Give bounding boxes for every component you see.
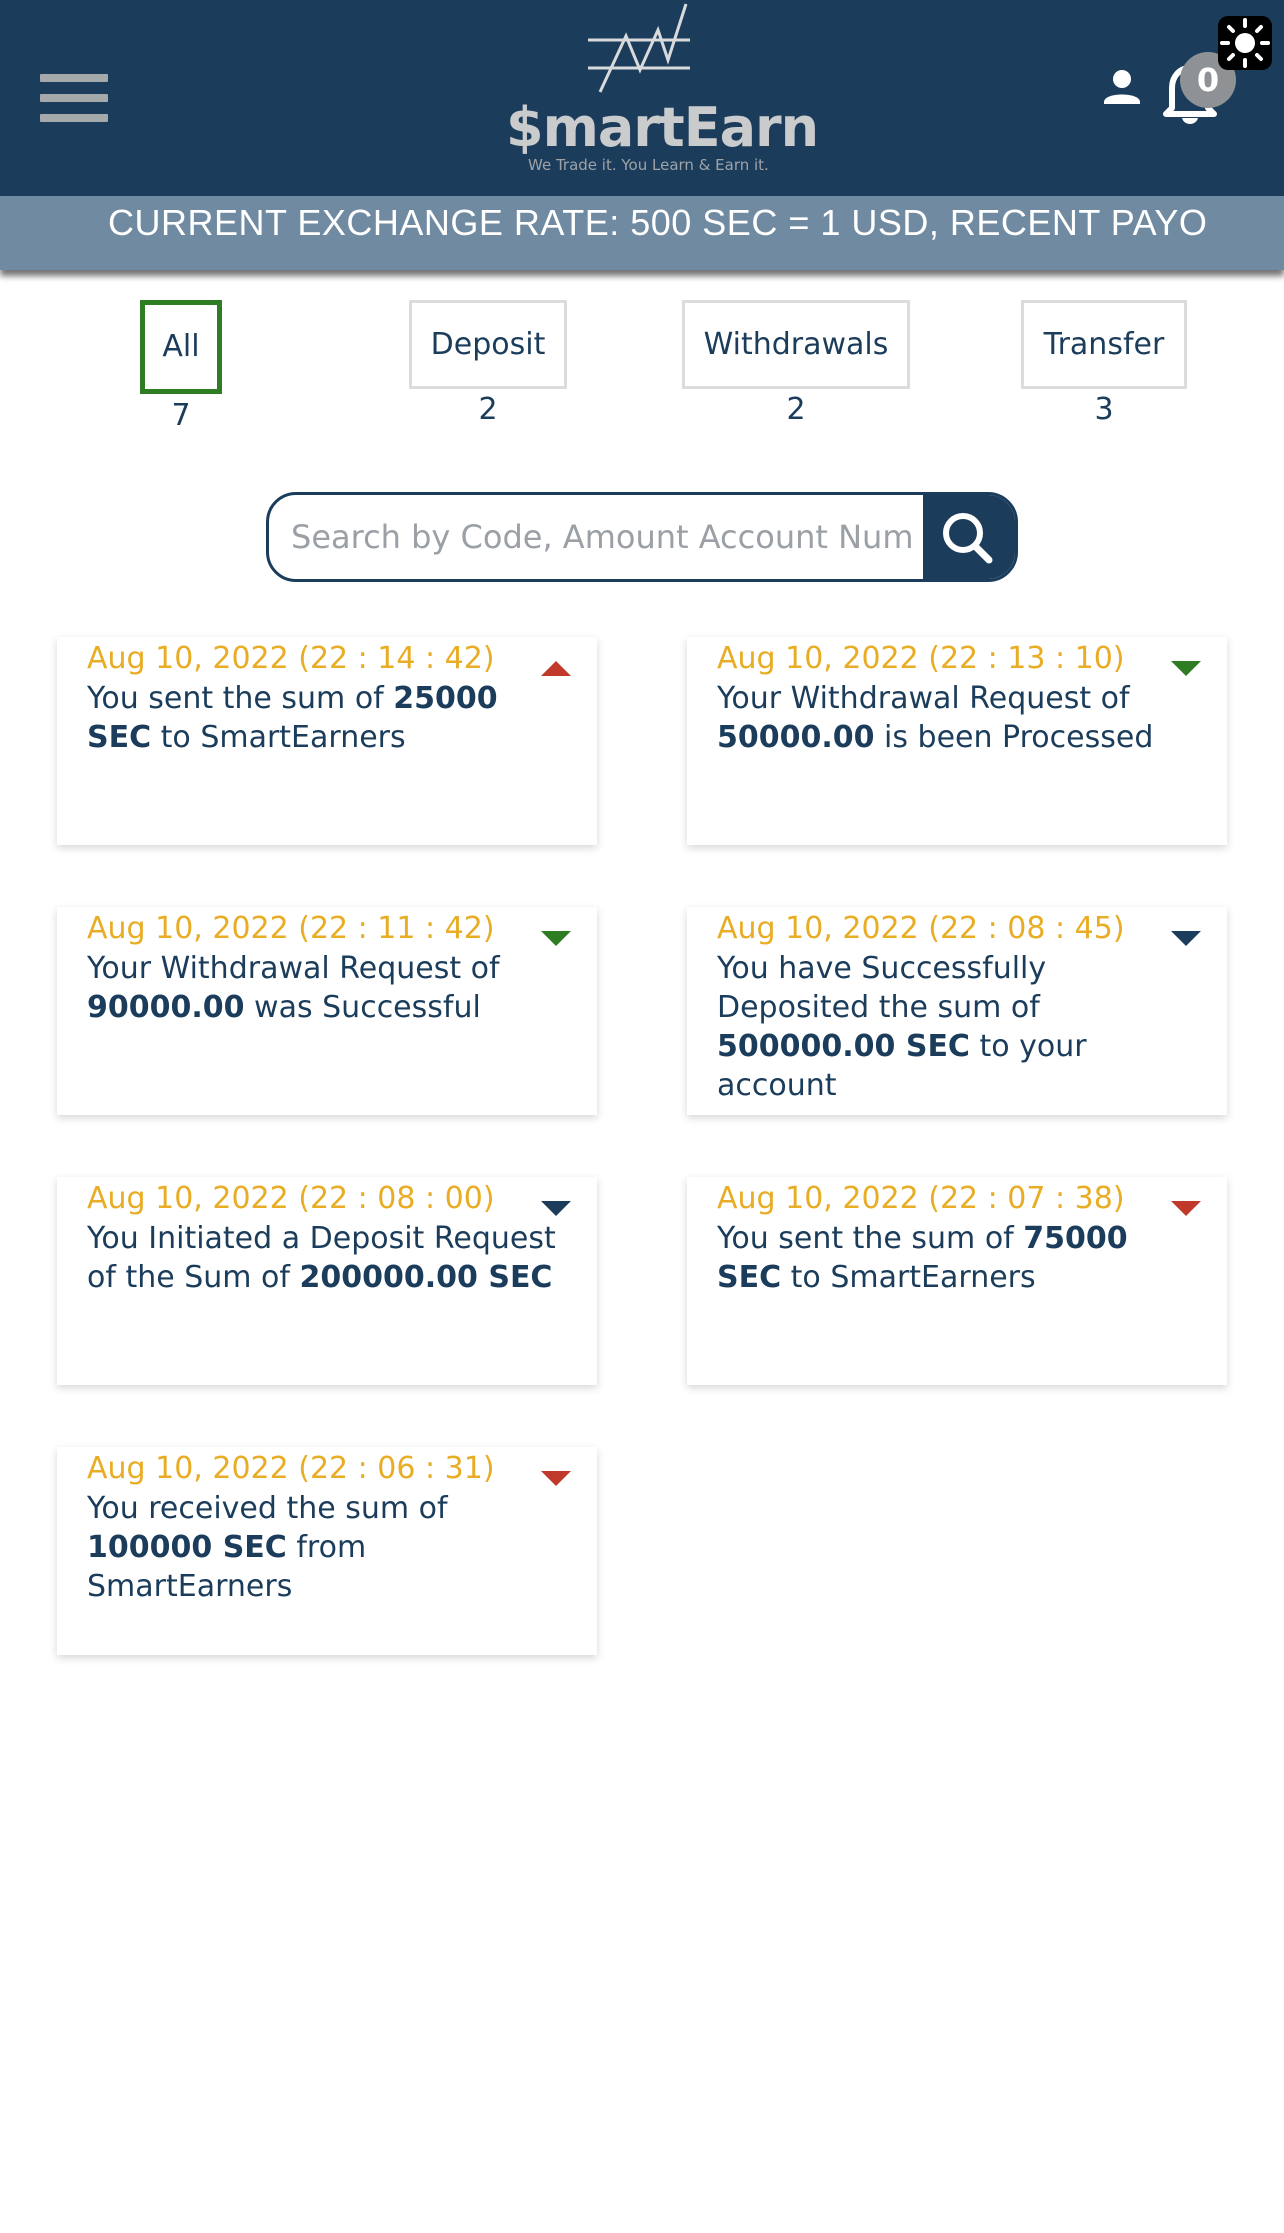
search-button[interactable] <box>923 495 1015 579</box>
transaction-message: You Initiated a Deposit Request of the S… <box>87 1221 556 1295</box>
transaction-card[interactable]: Aug 10, 2022 (22 : 13 : 10) Your Withdra… <box>687 637 1227 845</box>
transaction-card[interactable]: Aug 10, 2022 (22 : 06 : 31) You received… <box>57 1447 597 1655</box>
logo-text: $martEarn <box>506 96 819 159</box>
transaction-message: You received the sum of 100000 SEC from … <box>87 1491 448 1604</box>
transaction-date: Aug 10, 2022 (22 : 13 : 10) <box>717 641 1125 676</box>
tab-label: Transfer <box>1043 327 1165 362</box>
transaction-message: You have Successfully Deposited the sum … <box>717 951 1087 1103</box>
chart-logo-icon <box>588 3 690 93</box>
theme-toggle-button[interactable] <box>1218 16 1272 70</box>
tab-count-all: 7 <box>171 398 191 433</box>
transaction-message: Your Withdrawal Request of 50000.00 is b… <box>717 681 1154 755</box>
arrow-down-icon <box>1171 1201 1201 1216</box>
arrow-down-icon <box>541 931 571 946</box>
tab-deposit[interactable]: Deposit <box>409 300 567 389</box>
app-header: $martEarn We Trade it. You Learn & Earn … <box>0 0 1284 196</box>
transaction-date: Aug 10, 2022 (22 : 08 : 45) <box>717 911 1125 946</box>
transaction-message: Your Withdrawal Request of 90000.00 was … <box>87 951 500 1025</box>
user-icon[interactable] <box>1100 66 1144 110</box>
tab-count-withdrawals: 2 <box>786 392 806 427</box>
arrow-down-icon <box>1171 931 1201 946</box>
arrow-up-icon <box>541 661 571 676</box>
exchange-rate-ticker: CURRENT EXCHANGE RATE: 500 SEC = 1 USD, … <box>0 196 1284 270</box>
arrow-down-icon <box>541 1471 571 1486</box>
search-bar <box>266 492 1018 582</box>
app-logo[interactable]: $martEarn We Trade it. You Learn & Earn … <box>500 0 819 180</box>
transaction-card[interactable]: Aug 10, 2022 (22 : 14 : 42) You sent the… <box>57 637 597 845</box>
arrow-down-icon <box>1171 661 1201 676</box>
transaction-date: Aug 10, 2022 (22 : 14 : 42) <box>87 641 495 676</box>
tab-withdrawals[interactable]: Withdrawals <box>682 300 910 389</box>
transaction-date: Aug 10, 2022 (22 : 08 : 00) <box>87 1181 495 1216</box>
tab-label: Withdrawals <box>703 327 889 362</box>
transaction-card[interactable]: Aug 10, 2022 (22 : 11 : 42) Your Withdra… <box>57 907 597 1115</box>
search-input[interactable] <box>291 495 915 579</box>
transaction-date: Aug 10, 2022 (22 : 07 : 38) <box>717 1181 1125 1216</box>
transaction-amount: 200000.00 SEC <box>299 1260 553 1295</box>
transaction-date: Aug 10, 2022 (22 : 06 : 31) <box>87 1451 495 1486</box>
tab-all[interactable]: All <box>140 300 222 394</box>
transaction-card[interactable]: Aug 10, 2022 (22 : 08 : 00) You Initiate… <box>57 1177 597 1385</box>
search-icon <box>943 513 993 564</box>
logo-tagline: We Trade it. You Learn & Earn it. <box>528 156 769 174</box>
transaction-amount: 500000.00 SEC <box>717 1029 970 1064</box>
transaction-card[interactable]: Aug 10, 2022 (22 : 08 : 45) You have Suc… <box>687 907 1227 1115</box>
transaction-amount: 100000 SEC <box>87 1530 287 1565</box>
tab-label: Deposit <box>430 327 546 362</box>
transaction-message: You sent the sum of 25000 SEC to SmartEa… <box>87 681 498 755</box>
tab-label: All <box>162 329 200 364</box>
menu-icon[interactable] <box>40 74 110 122</box>
transaction-card[interactable]: Aug 10, 2022 (22 : 07 : 38) You sent the… <box>687 1177 1227 1385</box>
transaction-message: You sent the sum of 75000 SEC to SmartEa… <box>717 1221 1128 1295</box>
ticker-text: CURRENT EXCHANGE RATE: 500 SEC = 1 USD, … <box>108 202 1208 243</box>
arrow-down-icon <box>541 1201 571 1216</box>
tab-count-deposit: 2 <box>478 392 498 427</box>
brightness-icon <box>1220 18 1270 68</box>
tab-count-transfer: 3 <box>1094 392 1114 427</box>
transaction-amount: 90000.00 <box>87 990 245 1025</box>
tab-transfer[interactable]: Transfer <box>1021 300 1187 389</box>
transaction-date: Aug 10, 2022 (22 : 11 : 42) <box>87 911 495 946</box>
transaction-amount: 50000.00 <box>717 720 875 755</box>
